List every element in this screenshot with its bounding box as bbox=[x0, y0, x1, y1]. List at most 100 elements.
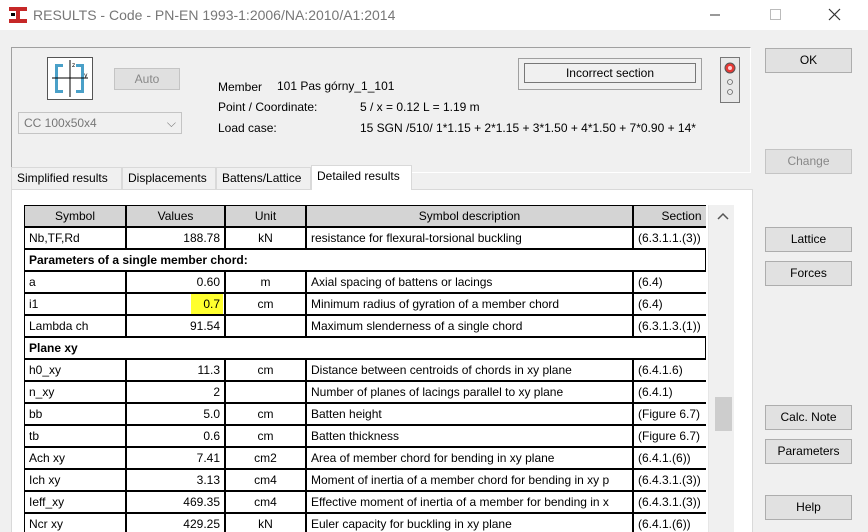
load-case-value: 15 SGN /510/ 1*1.15 + 2*1.15 + 3*1.50 + … bbox=[360, 121, 696, 135]
cell-value: 3.13 bbox=[127, 470, 226, 492]
table-row[interactable]: Lambda ch 91.54 Maximum slenderness of a… bbox=[25, 316, 706, 338]
group-label: Plane xy bbox=[25, 338, 706, 360]
cell-symbol: h0_xy bbox=[25, 360, 127, 382]
table-row[interactable]: Ieff_xy 469.35 cm4 Effective moment of i… bbox=[25, 492, 706, 514]
cell-section: (6.4.1) bbox=[634, 382, 706, 404]
table-row[interactable]: bb 5.0 cm Batten height (Figure 6.7) bbox=[25, 404, 706, 426]
help-button[interactable]: Help bbox=[765, 495, 852, 520]
header-symbol[interactable]: Symbol bbox=[25, 206, 127, 228]
section-combo[interactable]: CC 100x50x4 ⌵ bbox=[18, 112, 182, 134]
cell-section: (6.3.1.3.(1)) bbox=[634, 316, 706, 338]
cell-description: Maximum slenderness of a single chord bbox=[307, 316, 634, 338]
status-box: Incorrect section bbox=[518, 58, 702, 90]
section-combo-value: CC 100x50x4 bbox=[24, 116, 97, 130]
ok-button[interactable]: OK bbox=[765, 48, 852, 73]
tab-displacements[interactable]: Displacements bbox=[122, 167, 216, 189]
group-row: Parameters of a single member chord: bbox=[25, 250, 706, 272]
cell-value: 429.25 bbox=[127, 514, 226, 532]
chevron-down-icon: ⌵ bbox=[166, 116, 176, 130]
cell-description: Axial spacing of battens or lacings bbox=[307, 272, 634, 294]
auto-button: Auto bbox=[114, 68, 180, 90]
results-table: Symbol Values Unit Symbol description Se… bbox=[24, 205, 706, 532]
cell-section: (6.4) bbox=[634, 272, 706, 294]
cell-unit: cm4 bbox=[226, 492, 307, 514]
cell-symbol: i1 bbox=[25, 294, 127, 316]
table-row[interactable]: Ach xy 7.41 cm2 Area of member chord for… bbox=[25, 448, 706, 470]
svg-text:y: y bbox=[84, 72, 88, 79]
table-row[interactable]: i1 0.7 cm Minimum radius of gyration of … bbox=[25, 294, 706, 316]
table-row[interactable]: Ich xy 3.13 cm4 Moment of inertia of a m… bbox=[25, 470, 706, 492]
cell-value: 91.54 bbox=[127, 316, 226, 338]
tab-battens-lattice[interactable]: Battens/Lattice bbox=[216, 167, 311, 189]
cell-unit: cm2 bbox=[226, 448, 307, 470]
window-title: RESULTS - Code - PN-EN 1993-1:2006/NA:20… bbox=[33, 7, 396, 23]
group-row: Plane xy bbox=[25, 338, 706, 360]
cell-symbol: Ach xy bbox=[25, 448, 127, 470]
member-value: 101 Pas górny_1_101 bbox=[277, 79, 395, 93]
tab-detailed-results[interactable]: Detailed results bbox=[311, 165, 412, 190]
cell-description: Batten thickness bbox=[307, 426, 634, 448]
title-bar: RESULTS - Code - PN-EN 1993-1:2006/NA:20… bbox=[0, 0, 868, 30]
section-type-icon[interactable]: z y bbox=[47, 57, 93, 100]
cell-section: (6.4.1.(6)) bbox=[634, 448, 706, 470]
load-case-label: Load case: bbox=[218, 121, 277, 135]
cell-unit bbox=[226, 316, 307, 338]
cell-unit: cm4 bbox=[226, 470, 307, 492]
header-values[interactable]: Values bbox=[127, 206, 226, 228]
cell-unit: cm bbox=[226, 360, 307, 382]
minimize-button[interactable] bbox=[692, 0, 738, 30]
maximize-button bbox=[752, 0, 798, 30]
cell-unit bbox=[226, 382, 307, 404]
minimize-icon bbox=[710, 14, 720, 16]
cell-section: (6.4.3.1.(3)) bbox=[634, 470, 706, 492]
table-row[interactable]: tb 0.6 cm Batten thickness (Figure 6.7) bbox=[25, 426, 706, 448]
scrollbar-thumb[interactable] bbox=[715, 397, 732, 431]
close-icon bbox=[828, 8, 841, 21]
cell-description: Moment of inertia of a member chord for … bbox=[307, 470, 634, 492]
calc-note-button[interactable]: Calc. Note bbox=[765, 405, 852, 430]
cell-symbol: a bbox=[25, 272, 127, 294]
group-label: Parameters of a single member chord: bbox=[25, 250, 706, 272]
table-row[interactable]: n_xy 2 Number of planes of lacings paral… bbox=[25, 382, 706, 404]
cell-description: Number of planes of lacings parallel to … bbox=[307, 382, 634, 404]
header-description[interactable]: Symbol description bbox=[307, 206, 634, 228]
status-text: Incorrect section bbox=[524, 63, 696, 83]
cell-section: (Figure 6.7) bbox=[634, 404, 706, 426]
lattice-button[interactable]: Lattice bbox=[765, 227, 852, 252]
header-unit[interactable]: Unit bbox=[226, 206, 307, 228]
cell-description: Area of member chord for bending in xy p… bbox=[307, 448, 634, 470]
status-indicator-icon bbox=[720, 57, 740, 103]
table-row[interactable]: h0_xy 11.3 cm Distance between centroids… bbox=[25, 360, 706, 382]
cell-value: 11.3 bbox=[127, 360, 226, 382]
chevron-up-icon[interactable] bbox=[709, 205, 735, 225]
cell-section: (6.4.1.(6)) bbox=[634, 514, 706, 532]
cell-value: 0.6 bbox=[127, 426, 226, 448]
close-button[interactable] bbox=[812, 0, 858, 30]
cell-symbol: Lambda ch bbox=[25, 316, 127, 338]
header-section[interactable]: Section bbox=[634, 206, 706, 228]
cell-section: (Figure 6.7) bbox=[634, 426, 706, 448]
cell-symbol: Ich xy bbox=[25, 470, 127, 492]
cell-unit: m bbox=[226, 272, 307, 294]
vertical-scrollbar[interactable] bbox=[708, 205, 734, 532]
cell-value: 5.0 bbox=[127, 404, 226, 426]
table-header-row: Symbol Values Unit Symbol description Se… bbox=[25, 206, 706, 228]
parameters-button[interactable]: Parameters bbox=[765, 439, 852, 464]
member-label: Member bbox=[218, 80, 263, 94]
cell-unit: cm bbox=[226, 294, 307, 316]
svg-text:z: z bbox=[72, 62, 75, 69]
table-row[interactable]: Nb,TF,Rd 188.78 kN resistance for flexur… bbox=[25, 228, 706, 250]
cell-symbol: bb bbox=[25, 404, 127, 426]
cell-section: (6.4.3.1.(3)) bbox=[634, 492, 706, 514]
table-row[interactable]: a 0.60 m Axial spacing of battens or lac… bbox=[25, 272, 706, 294]
table-row[interactable]: Ncr xy 429.25 kN Euler capacity for buck… bbox=[25, 514, 706, 532]
cell-unit: cm bbox=[226, 426, 307, 448]
cell-value: 0.60 bbox=[127, 272, 226, 294]
forces-button[interactable]: Forces bbox=[765, 261, 852, 286]
cell-description: resistance for flexural-torsional buckli… bbox=[307, 228, 634, 250]
point-label: Point / Coordinate: bbox=[218, 100, 318, 114]
maximize-icon bbox=[770, 9, 781, 20]
cell-value: 469.35 bbox=[127, 492, 226, 514]
tab-simplified-results[interactable]: Simplified results bbox=[11, 167, 122, 189]
cell-symbol: Nb,TF,Rd bbox=[25, 228, 127, 250]
